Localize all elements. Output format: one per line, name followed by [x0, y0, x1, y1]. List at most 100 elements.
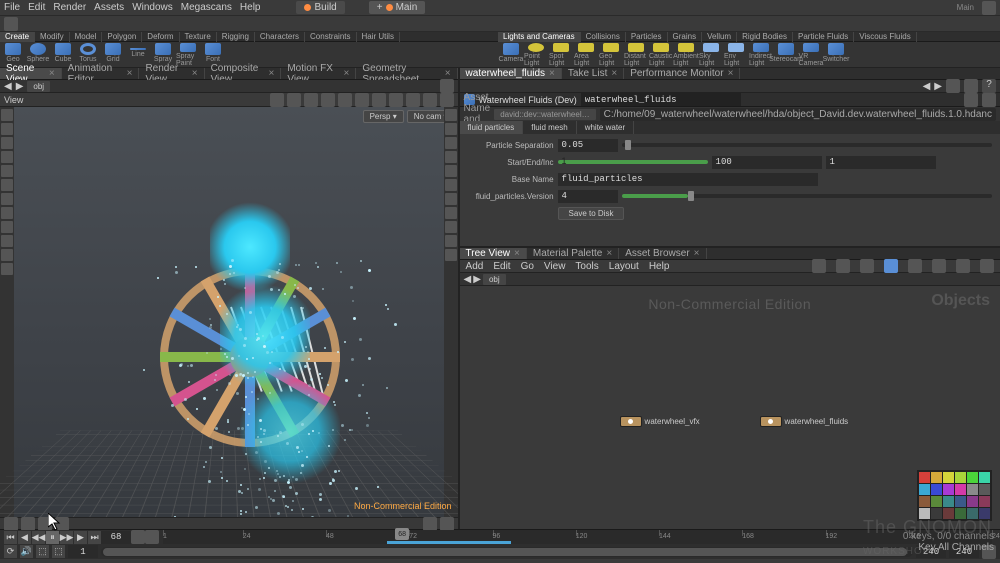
shelf-tab[interactable]: Hair Utils	[357, 32, 400, 42]
range-start-input[interactable]	[68, 545, 98, 558]
shelf-tab[interactable]: Viscous Fluids	[854, 32, 916, 42]
psep-slider[interactable]	[622, 143, 992, 147]
autosave-icon[interactable]	[4, 17, 18, 31]
audio-icon[interactable]: 🔊	[20, 545, 33, 558]
display-icon[interactable]	[445, 109, 457, 121]
tab-geo-sheet[interactable]: Geometry Spreadsheet×	[356, 68, 457, 79]
pin-icon[interactable]	[440, 79, 454, 93]
shelf-tab[interactable]: Particles	[626, 32, 668, 42]
scale-tool-icon[interactable]	[1, 151, 13, 163]
net-tool-icon[interactable]	[884, 259, 898, 273]
key-all-button[interactable]: Key All Channels	[903, 542, 994, 553]
step-fwd-button[interactable]: ▶	[74, 531, 87, 544]
range-icon[interactable]: ⬚	[36, 545, 49, 558]
basename-input[interactable]	[558, 173, 818, 186]
vp-tool-icon[interactable]	[270, 93, 284, 107]
shelf-light[interactable]: Distant Light	[624, 43, 648, 67]
display-icon[interactable]	[445, 179, 457, 191]
end-input[interactable]	[712, 156, 822, 169]
palette-swatch[interactable]	[943, 484, 954, 495]
play-button[interactable]: ▶▶	[60, 531, 73, 544]
gear-icon[interactable]	[964, 79, 978, 93]
shelf-tab[interactable]: Polygon	[102, 32, 142, 42]
palette-swatch[interactable]	[979, 508, 990, 519]
palette-swatch[interactable]	[955, 508, 966, 519]
palette-swatch[interactable]	[919, 496, 930, 507]
display-icon[interactable]	[445, 221, 457, 233]
bc-obj[interactable]: obj	[483, 274, 506, 285]
vp-tool-icon[interactable]	[440, 93, 454, 107]
palette-swatch[interactable]	[967, 496, 978, 507]
palette-swatch[interactable]	[967, 484, 978, 495]
net-tool-icon[interactable]	[956, 259, 970, 273]
menu-render[interactable]: Render	[53, 2, 86, 13]
tool-icon[interactable]	[1, 193, 13, 205]
shelf-tab[interactable]: Characters	[255, 32, 305, 42]
tab-white-water[interactable]: white water	[577, 121, 634, 134]
vp-tool-icon[interactable]	[372, 93, 386, 107]
display-icon[interactable]	[445, 151, 457, 163]
display-icon[interactable]	[445, 207, 457, 219]
menu-megascans[interactable]: Megascans	[181, 2, 232, 13]
jump-icon[interactable]	[964, 93, 978, 107]
tab-takelist[interactable]: Take List×	[562, 68, 624, 79]
tool-icon[interactable]	[1, 221, 13, 233]
menu-assets[interactable]: Assets	[94, 2, 124, 13]
tool-icon[interactable]	[1, 165, 13, 177]
tab-mfx-view[interactable]: Motion FX View×	[281, 68, 356, 79]
shelf-tab[interactable]: Rigid Bodies	[737, 32, 793, 42]
desktop-main-tab[interactable]: + Main	[369, 1, 426, 14]
palette-swatch[interactable]	[955, 496, 966, 507]
shelf-tab[interactable]: Rigging	[217, 32, 255, 42]
palette-swatch[interactable]	[931, 496, 942, 507]
tool-icon[interactable]	[1, 179, 13, 191]
palette-swatch[interactable]	[943, 472, 954, 483]
tool-icon[interactable]	[1, 263, 13, 275]
save-to-disk-button[interactable]: Save to Disk	[558, 207, 625, 220]
select-tool-icon[interactable]	[1, 109, 13, 121]
render-icon[interactable]	[423, 517, 437, 531]
palette-swatch[interactable]	[931, 508, 942, 519]
goto-start-button[interactable]: ⏮	[4, 531, 17, 544]
display-icon[interactable]	[445, 249, 457, 261]
arrow-left-icon[interactable]: ◀	[923, 81, 931, 92]
timeline-ruler[interactable]: 12448729612014416819221624068	[163, 530, 992, 544]
bc-obj[interactable]: obj	[27, 81, 50, 92]
shelf-light[interactable]: VR Camera	[799, 43, 823, 67]
net-menu-edit[interactable]: Edit	[493, 261, 510, 272]
tab-mat-palette[interactable]: Material Palette×	[527, 248, 619, 259]
net-menu-tools[interactable]: Tools	[575, 261, 598, 272]
vp-tool-icon[interactable]	[304, 93, 318, 107]
shelf-light[interactable]: Area Light	[574, 43, 598, 67]
arrow-left-icon[interactable]: ◀	[4, 81, 12, 92]
shelf-light[interactable]: Spot Light	[549, 43, 573, 67]
net-tool-icon[interactable]	[860, 259, 874, 273]
tab-render-view[interactable]: Render View×	[139, 68, 204, 79]
network-view[interactable]: Non-Commercial Edition Objects waterwhee…	[460, 286, 1000, 529]
help-icon[interactable]	[982, 93, 996, 107]
asset-path-field[interactable]: C:/home/09_waterwheel/waterwheel/hda/obj…	[600, 108, 996, 121]
palette-swatch[interactable]	[967, 508, 978, 519]
vp-tool-icon[interactable]	[355, 93, 369, 107]
tab-asset-browser[interactable]: Asset Browser×	[619, 248, 706, 259]
snap-icon[interactable]	[55, 517, 69, 531]
palette-swatch[interactable]	[931, 484, 942, 495]
shelf-tab[interactable]: Modify	[35, 32, 70, 42]
arrow-right-icon[interactable]: ▶	[16, 81, 24, 92]
snap-icon[interactable]	[4, 517, 18, 531]
inc-input[interactable]	[826, 156, 936, 169]
palette-swatch[interactable]	[967, 472, 978, 483]
tab-anim-editor[interactable]: Animation Editor×	[62, 68, 140, 79]
pin-icon[interactable]	[946, 79, 960, 93]
snap-icon[interactable]	[21, 517, 35, 531]
tab-fluid-mesh[interactable]: fluid mesh	[523, 121, 576, 134]
tab-perfmon[interactable]: Performance Monitor×	[624, 68, 740, 79]
palette-swatch[interactable]	[979, 472, 990, 483]
pause-button[interactable]: ⏸	[46, 531, 59, 544]
psep-input[interactable]	[558, 139, 618, 152]
range-slider[interactable]	[101, 547, 913, 557]
net-tool-icon[interactable]	[980, 259, 994, 273]
version-input[interactable]	[558, 190, 618, 203]
net-menu-layout[interactable]: Layout	[609, 261, 639, 272]
vp-tool-icon[interactable]	[338, 93, 352, 107]
